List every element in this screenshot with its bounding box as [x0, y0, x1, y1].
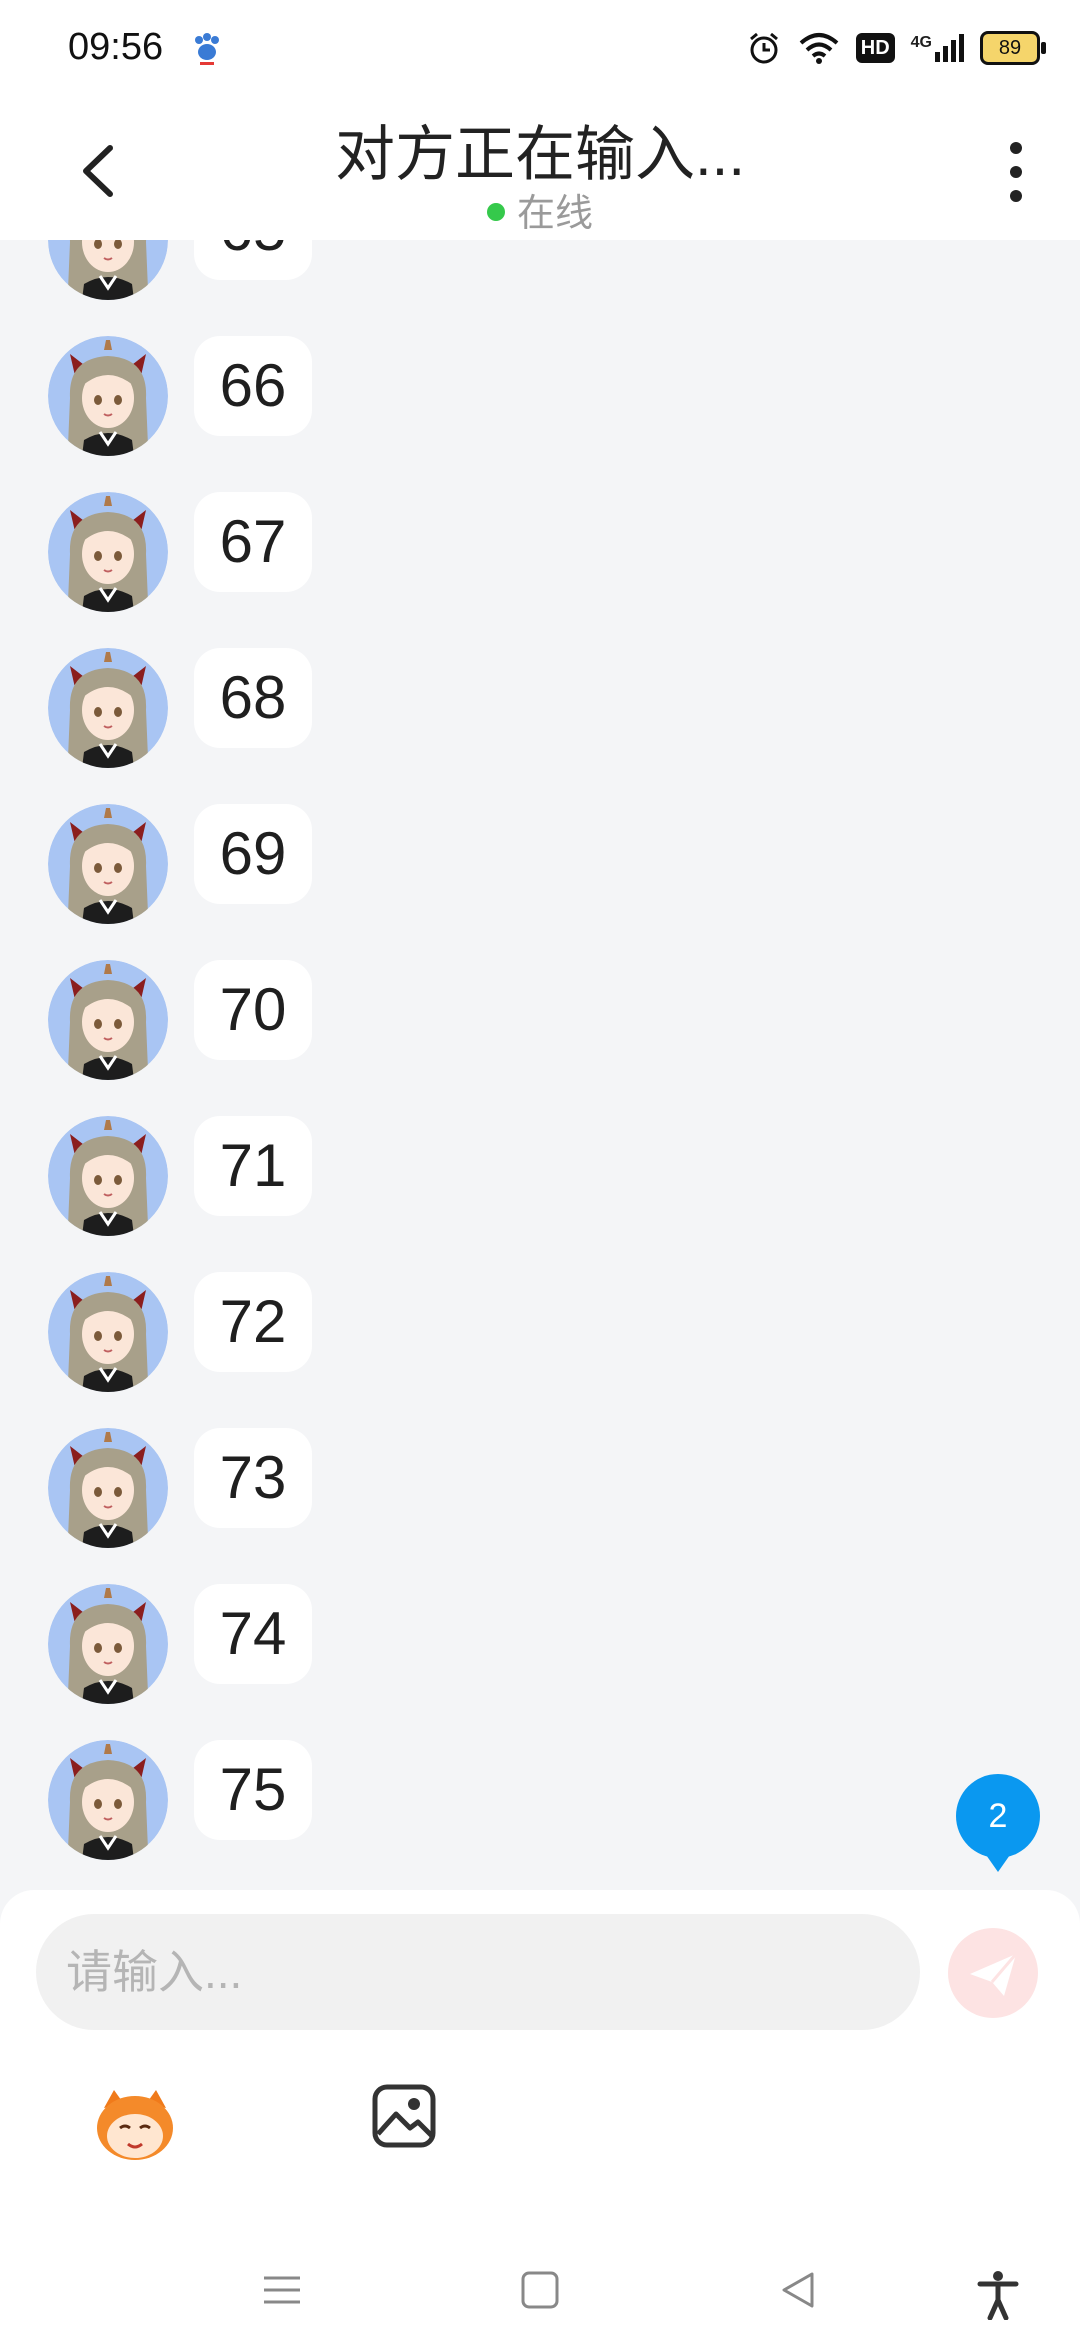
hd-icon: HD	[855, 33, 895, 63]
message-bubble[interactable]: 71	[194, 1116, 312, 1216]
message-input[interactable]	[36, 1914, 920, 2030]
message-row: 68	[48, 648, 648, 768]
chat-header: 对方正在输入... 在线	[0, 96, 1080, 240]
alarm-icon	[749, 32, 778, 64]
message-row: 73	[48, 1428, 648, 1548]
menu-nav-icon[interactable]	[262, 2270, 302, 2310]
message-row: 65	[48, 240, 648, 300]
message-bubble[interactable]: 74	[194, 1584, 312, 1684]
message-row: 71	[48, 1116, 648, 1236]
network-label: 4G	[910, 34, 932, 51]
send-plane-icon	[970, 1953, 1018, 1996]
avatar[interactable]	[48, 1428, 168, 1548]
message-row: 70	[48, 960, 648, 1080]
more-vertical-icon[interactable]	[1004, 140, 1028, 204]
avatar[interactable]	[48, 492, 168, 612]
message-row: 66	[48, 336, 648, 456]
status-icons: HD 4G 89	[746, 28, 1046, 68]
home-nav-icon[interactable]	[520, 2270, 560, 2310]
avatar[interactable]	[48, 1116, 168, 1236]
status-time: 09:56	[68, 26, 164, 68]
message-bubble[interactable]: 69	[194, 804, 312, 904]
battery-icon: 89	[980, 31, 1046, 65]
message-bubble[interactable]: 66	[194, 336, 312, 436]
avatar[interactable]	[48, 804, 168, 924]
battery-level: 89	[998, 36, 1022, 59]
image-picker-icon[interactable]	[370, 2082, 438, 2150]
message-row: 75	[48, 1740, 648, 1860]
message-bubble[interactable]: 73	[194, 1428, 312, 1528]
message-bubble[interactable]: 68	[194, 648, 312, 748]
composer-panel	[0, 1890, 1080, 2250]
message-row: 74	[48, 1584, 648, 1704]
avatar[interactable]	[48, 1584, 168, 1704]
wifi-icon	[799, 33, 839, 64]
message-bubble[interactable]: 67	[194, 492, 312, 592]
avatar[interactable]	[48, 1740, 168, 1860]
accessibility-icon[interactable]	[976, 2270, 1020, 2320]
emoji-sticker-icon[interactable]	[90, 2078, 180, 2168]
message-bubble[interactable]: 75	[194, 1740, 312, 1840]
online-status-label: 在线	[516, 193, 593, 235]
online-status: 在线	[0, 182, 1080, 237]
avatar[interactable]	[48, 960, 168, 1080]
message-row: 69	[48, 804, 648, 924]
message-row: 72	[48, 1272, 648, 1392]
status-bar: 09:56 HD 4G 89	[0, 0, 1080, 96]
message-row: 67	[48, 492, 648, 612]
avatar[interactable]	[48, 240, 168, 300]
chat-title: 对方正在输入...	[334, 121, 745, 188]
send-button[interactable]	[948, 1928, 1038, 2018]
message-bubble[interactable]: 72	[194, 1272, 312, 1372]
network-4g-icon: 4G	[911, 34, 964, 62]
avatar[interactable]	[48, 336, 168, 456]
message-bubble[interactable]: 65	[194, 240, 312, 280]
unread-count-badge[interactable]: 2	[956, 1774, 1040, 1872]
avatar[interactable]	[48, 648, 168, 768]
system-nav-bar	[0, 2250, 1080, 2340]
online-dot-icon	[486, 202, 505, 221]
baidu-paw-icon	[195, 33, 219, 65]
avatar[interactable]	[48, 1272, 168, 1392]
message-list[interactable]: 65 66 67 68	[0, 240, 1080, 1890]
message-bubble[interactable]: 70	[194, 960, 312, 1060]
back-nav-icon[interactable]	[778, 2270, 818, 2310]
